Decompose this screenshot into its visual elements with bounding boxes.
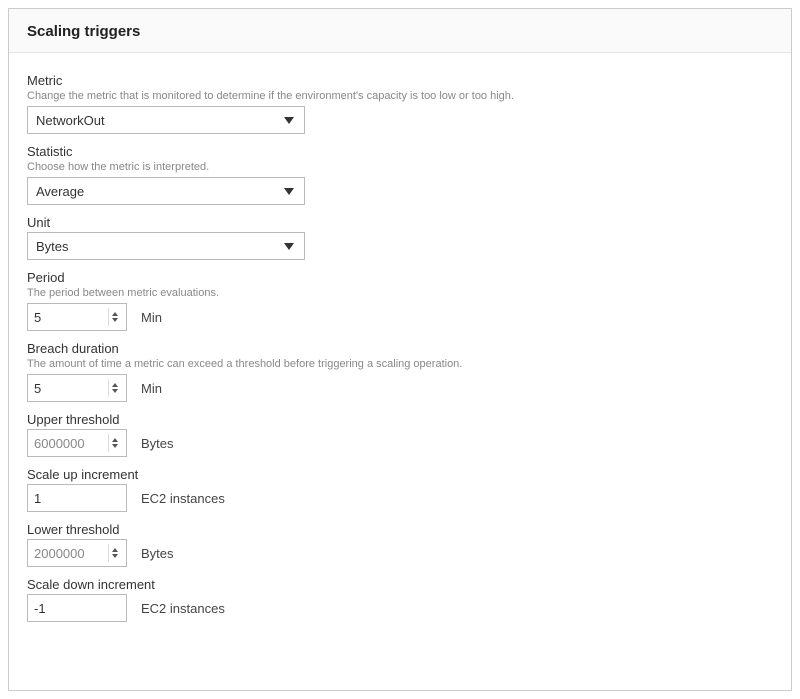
scale-up-increment-value: 1	[34, 491, 120, 506]
statistic-select-value: Average	[36, 184, 284, 199]
breach-duration-unit: Min	[141, 381, 162, 396]
breach-duration-help: The amount of time a metric can exceed a…	[27, 358, 773, 370]
scale-up-increment-input[interactable]: 1	[27, 484, 127, 512]
upper-threshold-value: 6000000	[34, 436, 108, 451]
breach-duration-label: Breach duration	[27, 341, 773, 356]
upper-threshold-input[interactable]: 6000000	[27, 429, 127, 457]
scale-down-increment-unit: EC2 instances	[141, 601, 225, 616]
upper-threshold-unit: Bytes	[141, 436, 174, 451]
metric-select[interactable]: NetworkOut	[27, 106, 305, 134]
spinner-icon	[108, 308, 120, 326]
period-value: 5	[34, 310, 108, 325]
metric-label: Metric	[27, 73, 773, 88]
chevron-down-icon	[284, 188, 294, 195]
field-period: Period The period between metric evaluat…	[27, 270, 773, 331]
statistic-label: Statistic	[27, 144, 773, 159]
chevron-down-icon	[284, 243, 294, 250]
panel-header: Scaling triggers	[9, 9, 791, 53]
field-upper-threshold: Upper threshold 6000000 Bytes	[27, 412, 773, 457]
breach-duration-value: 5	[34, 381, 108, 396]
field-unit: Unit Bytes	[27, 215, 773, 260]
spin-up-icon[interactable]	[112, 438, 118, 442]
spin-down-icon[interactable]	[112, 318, 118, 322]
scale-up-increment-unit: EC2 instances	[141, 491, 225, 506]
breach-duration-input[interactable]: 5	[27, 374, 127, 402]
spin-down-icon[interactable]	[112, 389, 118, 393]
panel-body: Metric Change the metric that is monitor…	[9, 53, 791, 640]
period-input[interactable]: 5	[27, 303, 127, 331]
field-lower-threshold: Lower threshold 2000000 Bytes	[27, 522, 773, 567]
spin-up-icon[interactable]	[112, 383, 118, 387]
statistic-help: Choose how the metric is interpreted.	[27, 161, 773, 173]
spin-down-icon[interactable]	[112, 444, 118, 448]
unit-select[interactable]: Bytes	[27, 232, 305, 260]
unit-select-value: Bytes	[36, 239, 284, 254]
spinner-icon	[108, 434, 120, 452]
spin-up-icon[interactable]	[112, 312, 118, 316]
spinner-icon	[108, 379, 120, 397]
period-label: Period	[27, 270, 773, 285]
field-scale-down-increment: Scale down increment -1 EC2 instances	[27, 577, 773, 622]
lower-threshold-unit: Bytes	[141, 546, 174, 561]
field-scale-up-increment: Scale up increment 1 EC2 instances	[27, 467, 773, 512]
spin-up-icon[interactable]	[112, 548, 118, 552]
lower-threshold-input[interactable]: 2000000	[27, 539, 127, 567]
lower-threshold-label: Lower threshold	[27, 522, 773, 537]
period-unit: Min	[141, 310, 162, 325]
scale-down-increment-label: Scale down increment	[27, 577, 773, 592]
period-help: The period between metric evaluations.	[27, 287, 773, 299]
field-metric: Metric Change the metric that is monitor…	[27, 73, 773, 134]
metric-help: Change the metric that is monitored to d…	[27, 90, 773, 102]
scaling-triggers-panel: Scaling triggers Metric Change the metri…	[8, 8, 792, 691]
lower-threshold-value: 2000000	[34, 546, 108, 561]
panel-title: Scaling triggers	[27, 23, 773, 40]
chevron-down-icon	[284, 117, 294, 124]
upper-threshold-label: Upper threshold	[27, 412, 773, 427]
field-statistic: Statistic Choose how the metric is inter…	[27, 144, 773, 205]
spin-down-icon[interactable]	[112, 554, 118, 558]
field-breach-duration: Breach duration The amount of time a met…	[27, 341, 773, 402]
statistic-select[interactable]: Average	[27, 177, 305, 205]
scale-down-increment-value: -1	[34, 601, 120, 616]
metric-select-value: NetworkOut	[36, 113, 284, 128]
scale-up-increment-label: Scale up increment	[27, 467, 773, 482]
scale-down-increment-input[interactable]: -1	[27, 594, 127, 622]
spinner-icon	[108, 544, 120, 562]
unit-label: Unit	[27, 215, 773, 230]
